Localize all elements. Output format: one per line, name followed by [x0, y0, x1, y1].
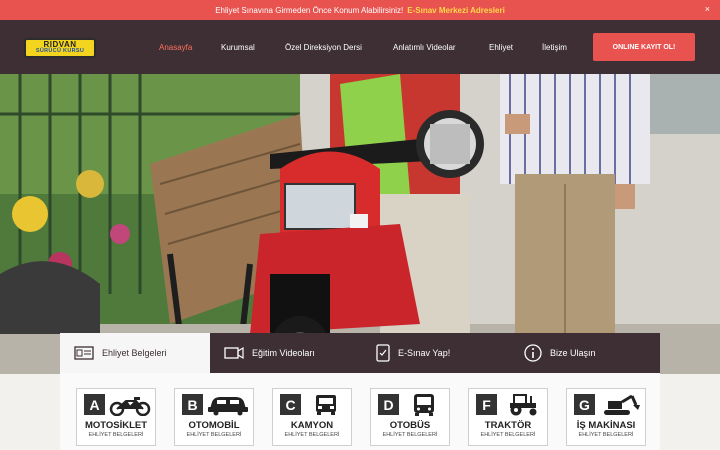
license-title: İŞ MAKİNASI [576, 420, 636, 431]
license-subtitle: EHLİYET BELGELERİ [284, 432, 340, 438]
license-card-c[interactable]: C KAMYON EHLİYET BELGELERİ [272, 388, 352, 446]
tab-e-sinav[interactable]: E-Sınav Yap! [360, 333, 510, 373]
motorcycle-icon [109, 397, 151, 416]
license-cards: A MOTOSİKLET EHLİYET BELGELERİ B OTOMOBİ… [60, 373, 660, 450]
phone-exam-icon [376, 344, 390, 362]
info-icon [524, 344, 542, 362]
nav-item-ozel-direksiyon[interactable]: Özel Direksiyon Dersi [285, 43, 362, 52]
service-tabs: Ehliyet Belgeleri Eğitim Videoları E-Sın… [60, 333, 660, 373]
nav-item-kurumsal[interactable]: Kurumsal [221, 43, 255, 52]
tab-bize-ulasin[interactable]: Bize Ulaşın [510, 333, 660, 373]
license-letter: F [476, 394, 497, 415]
license-card-icon [74, 346, 94, 360]
license-letter: A [84, 394, 105, 415]
excavator-icon [604, 394, 640, 415]
license-subtitle: EHLİYET BELGELERİ [382, 432, 438, 438]
nav-item-anlatimli-videolar[interactable]: Anlatımlı Videolar [393, 43, 456, 52]
bus-icon [414, 394, 434, 416]
tab-label: E-Sınav Yap! [398, 348, 451, 358]
license-card-f[interactable]: F TRAKTÖR EHLİYET BELGELERİ [468, 388, 548, 446]
license-card-d[interactable]: D OTOBÜS EHLİYET BELGELERİ [370, 388, 450, 446]
hero-image [0, 74, 720, 374]
license-title: TRAKTÖR [484, 420, 532, 431]
nav-item-ehliyet[interactable]: Ehliyet [489, 43, 513, 52]
nav-item-anasayfa[interactable]: Anasayfa [159, 43, 192, 52]
tab-label: Eğitim Videoları [252, 348, 315, 358]
announcement-bar: Ehliyet Sınavına Girmeden Önce Konum Ala… [0, 0, 720, 20]
license-title: OTOMOBİL [188, 420, 240, 431]
truck-icon [316, 395, 336, 415]
license-title: KAMYON [290, 420, 334, 431]
tab-label: Ehliyet Belgeleri [102, 348, 167, 358]
license-letter: C [280, 394, 301, 415]
license-subtitle: EHLİYET BELGELERİ [480, 432, 536, 438]
license-letter: G [574, 394, 595, 415]
online-register-button[interactable]: ONLINE KAYIT OL! [593, 33, 695, 61]
tractor-icon [510, 394, 537, 416]
license-title: MOTOSİKLET [84, 420, 148, 431]
tab-ehliyet-belgeleri[interactable]: Ehliyet Belgeleri [60, 333, 210, 373]
hero-photo-illustration [0, 74, 720, 374]
esinav-addresses-link[interactable]: E-Sınav Merkezi Adresleri [407, 6, 505, 15]
car-icon [208, 397, 248, 416]
license-subtitle: EHLİYET BELGELERİ [578, 432, 634, 438]
nav-item-iletisim[interactable]: İletişim [542, 43, 567, 52]
license-subtitle: EHLİYET BELGELERİ [88, 432, 144, 438]
license-card-b[interactable]: B OTOMOBİL EHLİYET BELGELERİ [174, 388, 254, 446]
license-card-a[interactable]: A MOTOSİKLET EHLİYET BELGELERİ [76, 388, 156, 446]
announcement-text: Ehliyet Sınavına Girmeden Önce Konum Ala… [215, 5, 404, 15]
license-card-g[interactable]: G İŞ MAKİNASI EHLİYET BELGELERİ [566, 388, 646, 446]
license-title: OTOBÜS [389, 420, 431, 431]
tab-egitim-videolari[interactable]: Eğitim Videoları [210, 333, 360, 373]
tab-label: Bize Ulaşın [550, 348, 596, 358]
license-letter: B [182, 394, 203, 415]
license-subtitle: EHLİYET BELGELERİ [186, 432, 242, 438]
video-camera-icon [224, 346, 244, 360]
license-letter: D [378, 394, 399, 415]
main-navbar: RIDVAN SÜRÜCÜ KURSU Anasayfa Kurumsal Öz… [0, 20, 720, 74]
close-icon[interactable]: × [705, 4, 710, 14]
